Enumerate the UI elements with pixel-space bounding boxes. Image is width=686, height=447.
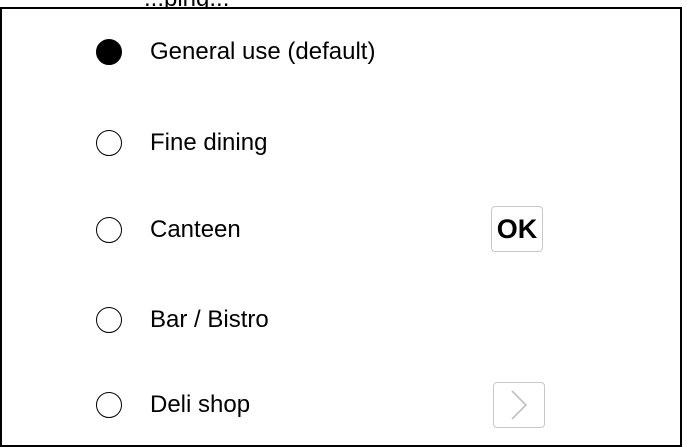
option-label-bar-bistro: Bar / Bistro: [150, 306, 269, 333]
option-general-use[interactable]: General use (default): [96, 35, 375, 69]
radio-deli-shop[interactable]: [96, 392, 122, 418]
option-label-canteen: Canteen: [150, 216, 241, 243]
option-label-deli-shop: Deli shop: [150, 391, 251, 418]
ok-button[interactable]: OK: [491, 206, 543, 252]
option-fine-dining[interactable]: Fine dining: [96, 126, 267, 160]
option-label-fine-dining: Fine dining: [150, 129, 268, 156]
option-label-general-use: General use (default): [150, 38, 376, 65]
radio-bar-bistro[interactable]: [96, 307, 122, 333]
option-deli-shop[interactable]: Deli shop: [96, 388, 250, 422]
option-bar-bistro[interactable]: Bar / Bistro: [96, 303, 269, 337]
radio-fine-dining[interactable]: [96, 130, 122, 156]
next-button[interactable]: [493, 382, 545, 428]
radio-general-use[interactable]: [96, 39, 122, 65]
radio-canteen[interactable]: [96, 217, 122, 243]
option-canteen[interactable]: Canteen: [96, 213, 241, 247]
chevron-right-icon: [511, 390, 528, 420]
